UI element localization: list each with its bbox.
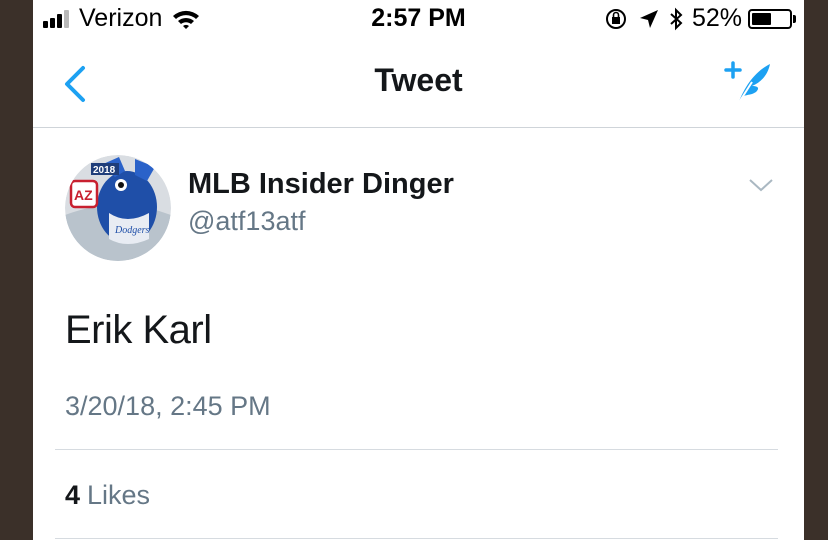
divider <box>55 538 778 539</box>
page-title: Tweet <box>374 62 463 98</box>
navigation-bar: Tweet <box>33 40 804 128</box>
likes-count: 4 <box>65 480 81 510</box>
avatar-badge-year: 2018 <box>93 165 116 176</box>
battery-tip <box>793 14 796 23</box>
likes-label: Likes <box>87 480 151 510</box>
author-handle[interactable]: @atf13atf <box>188 206 305 237</box>
status-bar: Verizon 2:57 PM 52% <box>33 0 804 40</box>
avatar-jersey-text: Dodgers <box>114 225 150 236</box>
location-icon <box>639 9 658 28</box>
battery-icon <box>748 8 792 29</box>
tweet-detail-screen: Verizon 2:57 PM 52% Tweet Dodgers AZ 201… <box>33 0 804 540</box>
battery-percent: 52% <box>691 4 742 32</box>
avatar-badge-state: AZ <box>74 187 93 203</box>
chevron-down-icon[interactable] <box>748 176 774 194</box>
likes-link[interactable]: 4 Likes <box>65 480 150 511</box>
divider <box>55 449 778 450</box>
bluetooth-icon <box>670 7 683 30</box>
author-display-name[interactable]: MLB Insider Dinger <box>188 168 454 201</box>
compose-tweet-icon[interactable] <box>722 58 774 108</box>
battery-level-fill <box>752 12 771 25</box>
avatar[interactable]: Dodgers AZ 2018 <box>65 155 171 261</box>
tweet-text: Erik Karl <box>65 308 212 352</box>
orientation-lock-icon <box>605 8 626 29</box>
tweet-timestamp: 3/20/18, 2:45 PM <box>65 391 271 421</box>
status-right: 52% <box>604 4 796 33</box>
